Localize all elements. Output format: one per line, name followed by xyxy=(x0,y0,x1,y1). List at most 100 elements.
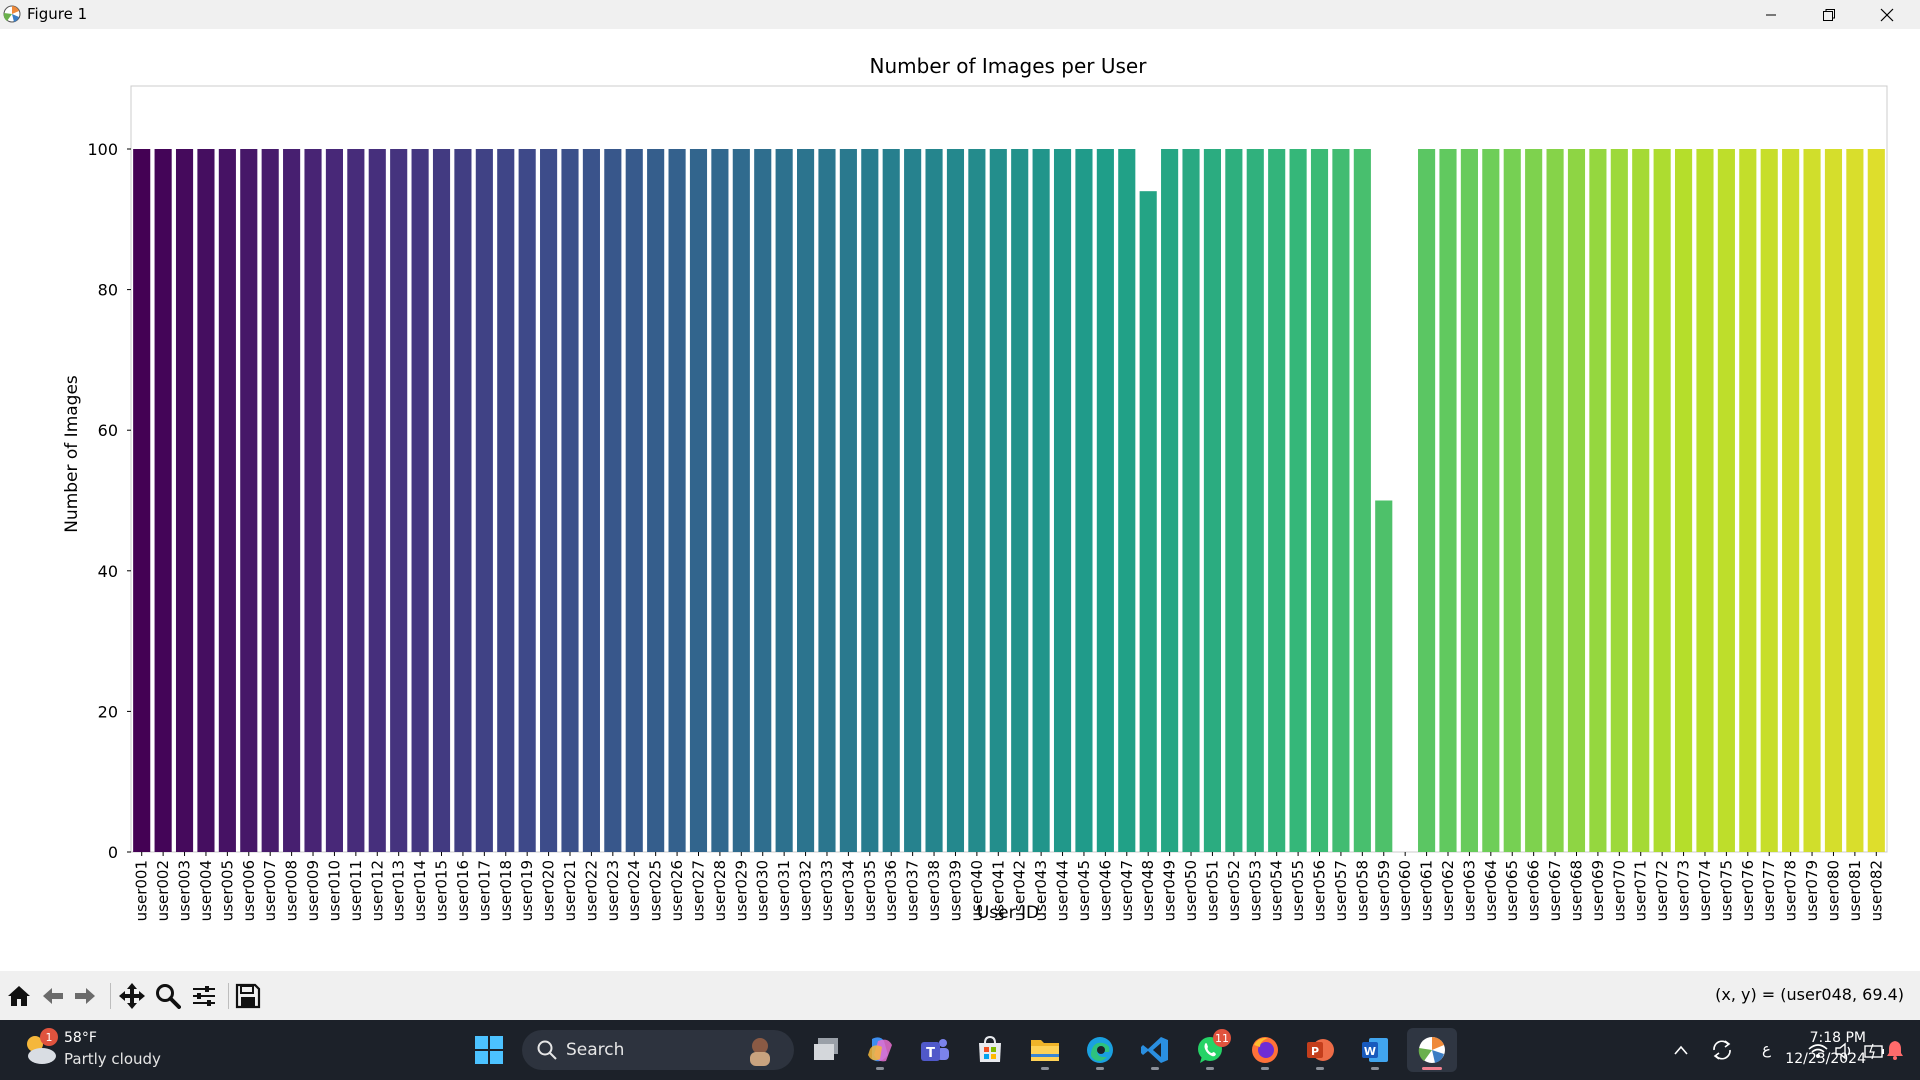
bar-user082 xyxy=(1867,149,1885,852)
taskbar-search[interactable]: Search xyxy=(522,1030,794,1070)
x-tick-label: user056 xyxy=(1311,860,1329,921)
x-tick-label: user049 xyxy=(1161,860,1179,921)
bar-user068 xyxy=(1567,149,1586,852)
close-icon xyxy=(1880,8,1894,21)
figure-canvas[interactable]: Number of Images per User 0 20 40 60 80 100 u… xyxy=(0,29,1920,971)
bar-user036 xyxy=(882,149,900,852)
forward-button[interactable] xyxy=(70,981,100,1011)
bar-user052 xyxy=(1225,149,1243,852)
bar-user024 xyxy=(625,149,643,852)
taskbar: 1 58°F Partly cloudy Search T 11 P W ع 7… xyxy=(0,1020,1920,1080)
taskbar-word[interactable]: W xyxy=(1353,1028,1397,1072)
taskbar-matplotlib[interactable] xyxy=(1407,1028,1457,1072)
clock-date[interactable]: 12/23/2024 xyxy=(1785,1051,1866,1067)
x-tick-label: user008 xyxy=(283,860,301,921)
chart-title: Number of Images per User xyxy=(870,54,1148,78)
taskbar-store[interactable] xyxy=(968,1028,1012,1072)
bar-user076 xyxy=(1739,149,1757,852)
svg-text:T: T xyxy=(926,1046,935,1061)
pan-button[interactable] xyxy=(117,981,147,1011)
notification-bell-icon[interactable] xyxy=(1886,1040,1904,1060)
taskbar-whatsapp[interactable]: 11 xyxy=(1188,1028,1232,1072)
minimize-icon xyxy=(1766,14,1776,15)
x-tick-label: user050 xyxy=(1182,860,1200,921)
toolbar-separator xyxy=(110,983,111,1009)
running-indicator xyxy=(876,1067,884,1070)
home-button[interactable] xyxy=(4,981,34,1011)
bar-user014 xyxy=(411,149,429,852)
bar-user011 xyxy=(347,149,365,852)
back-button[interactable] xyxy=(38,981,68,1011)
input-language-indicator[interactable]: ع xyxy=(1762,1040,1771,1058)
x-tick-label: user013 xyxy=(390,860,408,921)
chevron-up-icon[interactable] xyxy=(1673,1044,1689,1056)
y-axis-label: Number of Images xyxy=(62,375,82,533)
x-tick-label: user065 xyxy=(1503,860,1521,921)
taskbar-powerpoint[interactable]: P xyxy=(1298,1028,1342,1072)
zoom-button[interactable] xyxy=(153,981,183,1011)
x-tick-label: user023 xyxy=(604,860,622,921)
taskbar-task-view[interactable] xyxy=(804,1028,848,1072)
x-tick-label: user036 xyxy=(882,860,900,921)
task-view-icon xyxy=(814,1038,838,1060)
bar-user010 xyxy=(325,149,343,852)
x-tick-label: user060 xyxy=(1396,860,1414,921)
x-tick-label: user022 xyxy=(582,860,600,921)
start-button[interactable] xyxy=(467,1028,511,1072)
svg-text:W: W xyxy=(1364,1045,1376,1058)
bar-user056 xyxy=(1310,149,1329,852)
configure-subplots-button[interactable] xyxy=(189,981,219,1011)
title-bar: Figure 1 xyxy=(0,0,1920,29)
x-tick-label: user047 xyxy=(1118,860,1136,921)
bar-user033 xyxy=(818,149,836,852)
x-tick-label: user006 xyxy=(240,860,258,921)
x-tick-label: user004 xyxy=(197,860,215,921)
x-tick-label: user011 xyxy=(347,860,365,921)
weather-temperature: 58°F xyxy=(64,1030,97,1046)
x-tick-label: user058 xyxy=(1353,860,1371,921)
x-tick-label: user048 xyxy=(1139,860,1157,921)
taskbar-firefox[interactable] xyxy=(1243,1028,1287,1072)
bar-user071 xyxy=(1632,149,1650,852)
x-tick-label: user063 xyxy=(1460,860,1478,921)
taskbar-file-explorer[interactable] xyxy=(1023,1028,1067,1072)
x-tick-label: user018 xyxy=(497,860,515,921)
bar-user020 xyxy=(540,149,558,852)
x-tick-label: user039 xyxy=(947,860,965,921)
bar-user004 xyxy=(197,149,215,852)
taskbar-teams[interactable]: T xyxy=(913,1028,957,1072)
whatsapp-badge: 11 xyxy=(1213,1029,1231,1047)
x-tick-label: user080 xyxy=(1825,860,1843,921)
close-button[interactable] xyxy=(1858,0,1916,29)
battery-icon[interactable] xyxy=(1864,1042,1886,1060)
taskbar-edge[interactable] xyxy=(1078,1028,1122,1072)
sync-icon[interactable] xyxy=(1710,1038,1734,1062)
bar-user008 xyxy=(283,149,301,852)
x-tick-label: user015 xyxy=(433,860,451,921)
edge-icon xyxy=(1087,1037,1113,1063)
bar-user041 xyxy=(989,149,1007,852)
bar-user022 xyxy=(582,149,600,852)
x-tick-label: user024 xyxy=(625,860,643,921)
bar-user059 xyxy=(1375,500,1393,852)
bar-user016 xyxy=(454,149,472,852)
powerpoint-icon: P xyxy=(1307,1039,1334,1061)
taskbar-vscode[interactable] xyxy=(1133,1028,1177,1072)
x-tick-label: user033 xyxy=(818,860,836,921)
minimize-button[interactable] xyxy=(1742,0,1800,29)
clock-time[interactable]: 7:18 PM xyxy=(1810,1030,1866,1046)
microsoft-store-icon xyxy=(979,1035,1001,1062)
taskbar-copilot[interactable] xyxy=(858,1028,902,1072)
bar-user037 xyxy=(904,149,922,852)
svg-text:P: P xyxy=(1311,1045,1319,1058)
x-tick-label: user046 xyxy=(1096,860,1114,921)
system-tray: ع 7:18 PM 12/23/2024 xyxy=(1520,1020,1920,1080)
weather-widget[interactable]: 1 58°F Partly cloudy xyxy=(20,1028,170,1072)
pan-icon xyxy=(119,983,145,1009)
weather-condition: Partly cloudy xyxy=(64,1050,161,1068)
x-tick-label: user019 xyxy=(518,860,536,921)
x-tick-label: user037 xyxy=(904,860,922,921)
x-tick-label: user061 xyxy=(1418,860,1436,921)
restore-button[interactable] xyxy=(1800,0,1858,29)
save-button[interactable] xyxy=(233,981,263,1011)
